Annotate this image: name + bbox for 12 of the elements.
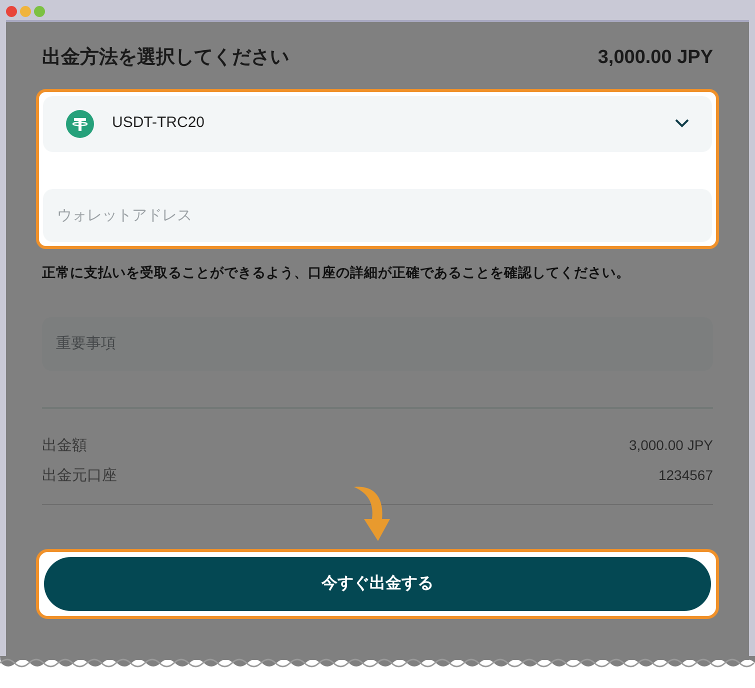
notice-text: 正常に支払いを受取ることができるよう、口座の詳細が正確であることを確認してください。 [41, 264, 631, 282]
page-title: 出金方法を選択してください [42, 46, 289, 70]
total-amount: 3,000.00 JPY [598, 46, 713, 70]
summary-label: 出金額 [42, 436, 87, 456]
wallet-address-field[interactable]: ウォレットアドレス [43, 188, 712, 242]
withdraw-button[interactable]: 今すぐ出金する [44, 556, 711, 611]
summary-label: 出金元口座 [42, 466, 117, 486]
summary-value: 1234567 [658, 466, 713, 486]
method-select[interactable]: USDT-TRC20 [43, 96, 712, 152]
summary-value: 3,000.00 JPY [628, 436, 713, 455]
chevron-down-icon [675, 119, 689, 128]
tether-logo-icon [66, 110, 94, 138]
